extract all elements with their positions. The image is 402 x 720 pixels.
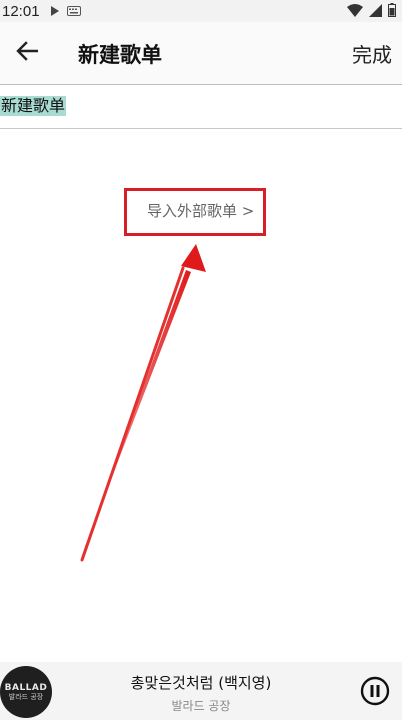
album-art[interactable]: BALLAD 발라드 공장 — [0, 666, 52, 718]
status-time: 12:01 — [2, 2, 40, 20]
import-external-playlist-link[interactable]: 导入外部歌单 > — [147, 200, 254, 221]
song-artist: 발라드 공장 — [171, 699, 231, 713]
keyboard-icon — [66, 2, 81, 20]
song-title: 총맞은것처럼 (백지영) — [130, 674, 272, 692]
input-underline — [0, 128, 402, 129]
pause-button[interactable] — [360, 676, 390, 706]
page-title: 新建歌单 — [78, 43, 162, 67]
wifi-icon — [347, 3, 363, 21]
signal-icon — [369, 3, 382, 21]
toolbar-divider — [0, 84, 402, 85]
album-art-text: BALLAD — [4, 682, 48, 693]
back-button[interactable] — [14, 40, 40, 66]
play-indicator-icon — [50, 2, 59, 20]
status-bar: 12:01 — [0, 0, 402, 22]
pause-icon — [360, 676, 390, 710]
battery-icon — [388, 3, 396, 21]
done-button[interactable]: 完成 — [352, 39, 392, 68]
app-toolbar: 新建歌单 完成 — [0, 22, 402, 84]
mini-player[interactable]: BALLAD 발라드 공장 총맞은것처럼 (백지영) 발라드 공장 — [0, 662, 402, 720]
album-art-subtext: 발라드 공장 — [8, 692, 44, 701]
playlist-name-input[interactable]: 新建歌单 — [0, 86, 402, 128]
playlist-name-value: 新建歌单 — [0, 96, 67, 116]
arrow-left-icon — [16, 41, 39, 65]
